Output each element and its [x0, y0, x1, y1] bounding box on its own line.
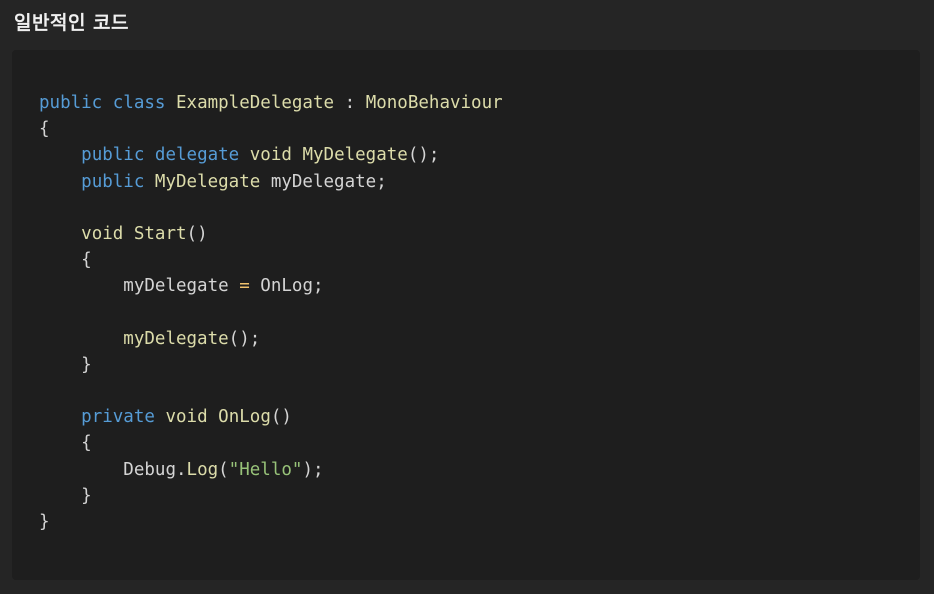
code-line: { — [39, 247, 920, 273]
code-token-var: Debug — [123, 459, 176, 480]
code-token-kw: public — [81, 171, 145, 192]
code-token-punc: } — [81, 485, 92, 506]
code-line: myDelegate(); — [39, 326, 920, 352]
code-token-punc: } — [39, 512, 50, 532]
code-token-kw: public — [39, 93, 103, 113]
code-token-type: void — [81, 223, 124, 244]
code-line: void Start() — [39, 221, 920, 247]
code-token-punc: . — [175, 459, 187, 480]
code-token-var: myDelegate — [270, 171, 377, 192]
code-line: Debug.Log("Hello"); — [39, 457, 920, 483]
code-token-fn: MyDelegate — [302, 145, 408, 166]
code-token-punc: ; — [312, 276, 324, 297]
section-heading: 일반적인 코드 — [14, 12, 129, 34]
code-token-type: ExampleDelegate — [176, 93, 335, 113]
code-line: public MyDelegate myDelegate; — [39, 169, 920, 195]
code-line: } — [39, 352, 920, 378]
code-token-kw: class — [112, 93, 166, 113]
code-token-fn: myDelegate — [123, 328, 229, 349]
code-token-punc: (); — [228, 328, 261, 349]
code-token-kw: public — [81, 145, 145, 166]
code-token-punc: { — [81, 250, 92, 271]
code-token-punc: () — [270, 407, 292, 428]
code-token-punc: () — [186, 223, 208, 244]
code-line: { — [39, 430, 920, 456]
code-line: } — [39, 509, 920, 535]
code-token-fn: OnLog — [218, 407, 271, 428]
code-token-punc: ( — [218, 459, 229, 480]
code-line: public class ExampleDelegate : MonoBehav… — [39, 90, 920, 116]
code-token-punc: : — [344, 93, 356, 113]
code-token-str: "Hello" — [228, 459, 303, 480]
code-token-punc: { — [81, 433, 92, 454]
code-line: private void OnLog() — [39, 404, 920, 430]
code-block[interactable]: public class ExampleDelegate : MonoBehav… — [12, 50, 920, 580]
code-token-kw: delegate — [154, 145, 240, 166]
code-token-var: OnLog — [260, 276, 313, 297]
code-token-type: MonoBehaviour — [365, 93, 503, 113]
code-line: } — [39, 483, 920, 509]
code-token-fn: Start — [133, 223, 187, 244]
code-token-var: myDelegate — [123, 276, 229, 297]
code-token-punc: } — [81, 354, 92, 375]
code-lines: public class ExampleDelegate : MonoBehav… — [39, 90, 920, 535]
code-token-type: void — [249, 145, 292, 166]
code-line: public delegate void MyDelegate(); — [39, 142, 920, 168]
code-token-punc: (); — [407, 145, 440, 166]
code-token-op: = — [239, 276, 250, 297]
code-token-type: void — [165, 407, 208, 428]
code-token-type: MyDelegate — [154, 171, 261, 192]
code-line: myDelegate = OnLog; — [39, 273, 920, 299]
code-token-kw: private — [81, 407, 155, 428]
code-token-punc: ; — [376, 171, 387, 192]
code-token-punc: ); — [302, 459, 324, 480]
code-line: { — [39, 116, 920, 142]
code-token-punc: { — [39, 119, 50, 140]
code-token-fn: Log — [186, 459, 219, 480]
